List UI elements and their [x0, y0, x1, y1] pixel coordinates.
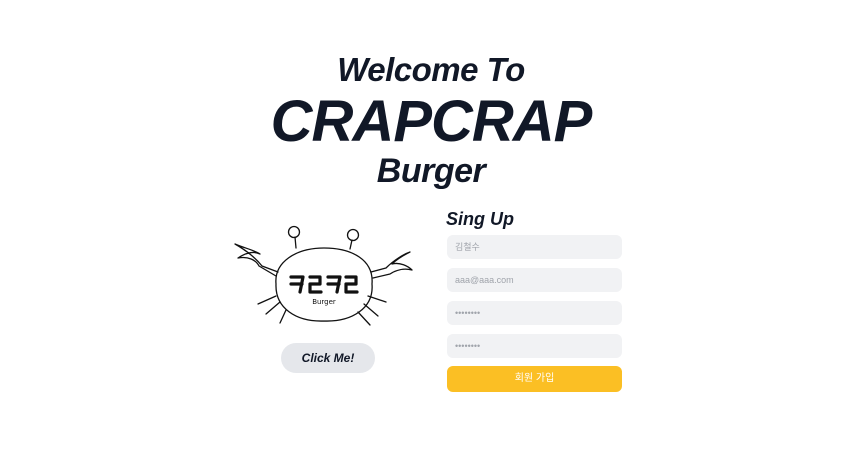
- hero-welcome: Welcome To: [337, 51, 525, 88]
- svg-text:Burger: Burger: [312, 298, 336, 306]
- email-input[interactable]: [447, 268, 622, 292]
- password-confirm-input[interactable]: [447, 334, 622, 358]
- crab-logo: Burger: [228, 222, 420, 334]
- hero-brand: CRAPCRAP: [270, 89, 593, 154]
- crab-logo-drawing: Burger: [234, 225, 413, 326]
- hero-burger: Burger: [376, 152, 486, 190]
- signup-title: Sing Up: [446, 209, 514, 229]
- click-me-button[interactable]: Click Me!: [281, 343, 375, 373]
- password-input[interactable]: [447, 301, 622, 325]
- page: Welcome To CRAPCRAP Burger Burger Click …: [0, 0, 862, 464]
- name-input[interactable]: [447, 235, 622, 259]
- signup-submit-button[interactable]: 회원 가입: [447, 366, 622, 392]
